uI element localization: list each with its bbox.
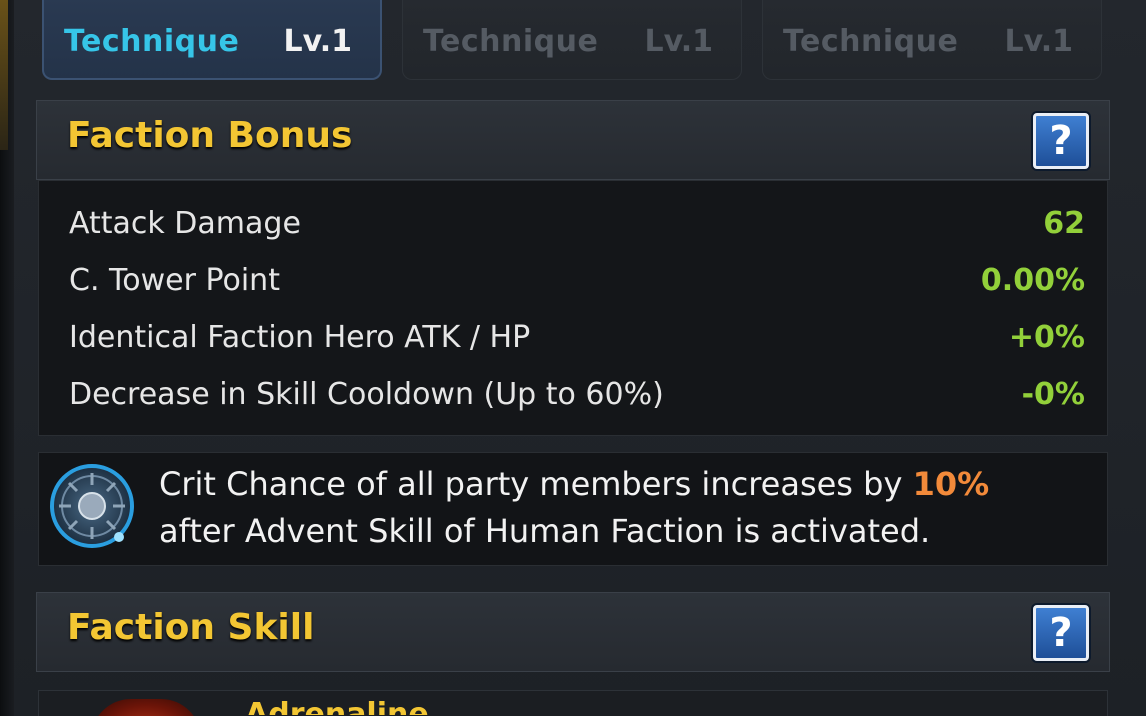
tab-name: Technique	[64, 23, 240, 59]
left-frame-accent	[0, 0, 8, 150]
tab-name: Technique	[423, 24, 599, 59]
faction-panel: Technique Lv.1 Technique Lv.1 Technique …	[0, 0, 1146, 716]
stat-label: Identical Faction Hero ATK / HP	[69, 319, 531, 355]
human-faction-emblem-icon	[50, 464, 134, 548]
faction-skill-help-button[interactable]: ?	[1033, 605, 1089, 661]
tab-technique-1[interactable]: Technique Lv.1	[42, 0, 382, 80]
stat-row: Identical Faction Hero ATK / HP +0%	[69, 317, 1085, 357]
faction-skill-title: Faction Skill	[67, 607, 315, 648]
tab-technique-2[interactable]: Technique Lv.1	[402, 0, 742, 80]
question-mark-icon: ?	[1049, 610, 1073, 656]
stat-value: 62	[1043, 205, 1085, 241]
tab-technique-3[interactable]: Technique Lv.1	[762, 0, 1102, 80]
faction-bonus-header: Faction Bonus ?	[36, 100, 1110, 180]
faction-skill-header: Faction Skill ?	[36, 592, 1110, 672]
faction-bonus-stats: Attack Damage 62 C. Tower Point 0.00% Id…	[38, 180, 1108, 436]
stat-row: Attack Damage 62	[69, 203, 1085, 243]
description-highlight: 10%	[912, 465, 990, 503]
skill-icon	[91, 699, 201, 716]
faction-bonus-description: Crit Chance of all party members increas…	[38, 452, 1108, 566]
question-mark-icon: ?	[1049, 118, 1073, 164]
stat-label: Attack Damage	[69, 205, 301, 241]
description-part-1: Crit Chance of all party members increas…	[159, 465, 913, 503]
tab-level: Lv.1	[644, 24, 714, 59]
tab-level: Lv.1	[283, 23, 353, 59]
faction-bonus-title: Faction Bonus	[67, 115, 353, 156]
stat-value: 0.00%	[980, 262, 1085, 298]
stat-label: C. Tower Point	[69, 262, 280, 298]
stat-row: Decrease in Skill Cooldown (Up to 60%) -…	[69, 374, 1085, 414]
stat-row: C. Tower Point 0.00%	[69, 260, 1085, 300]
stat-value: +0%	[1008, 319, 1085, 355]
tab-level: Lv.1	[1004, 24, 1074, 59]
faction-bonus-help-button[interactable]: ?	[1033, 113, 1089, 169]
tab-name: Technique	[783, 24, 959, 59]
faction-bonus-description-text: Crit Chance of all party members increas…	[159, 461, 1089, 555]
faction-skill-row[interactable]: Adrenaline	[38, 690, 1108, 716]
stat-label: Decrease in Skill Cooldown (Up to 60%)	[69, 376, 664, 412]
skill-name: Adrenaline	[245, 697, 429, 716]
stat-value: -0%	[1021, 376, 1085, 412]
description-part-2: after Advent Skill of Human Faction is a…	[159, 512, 931, 550]
